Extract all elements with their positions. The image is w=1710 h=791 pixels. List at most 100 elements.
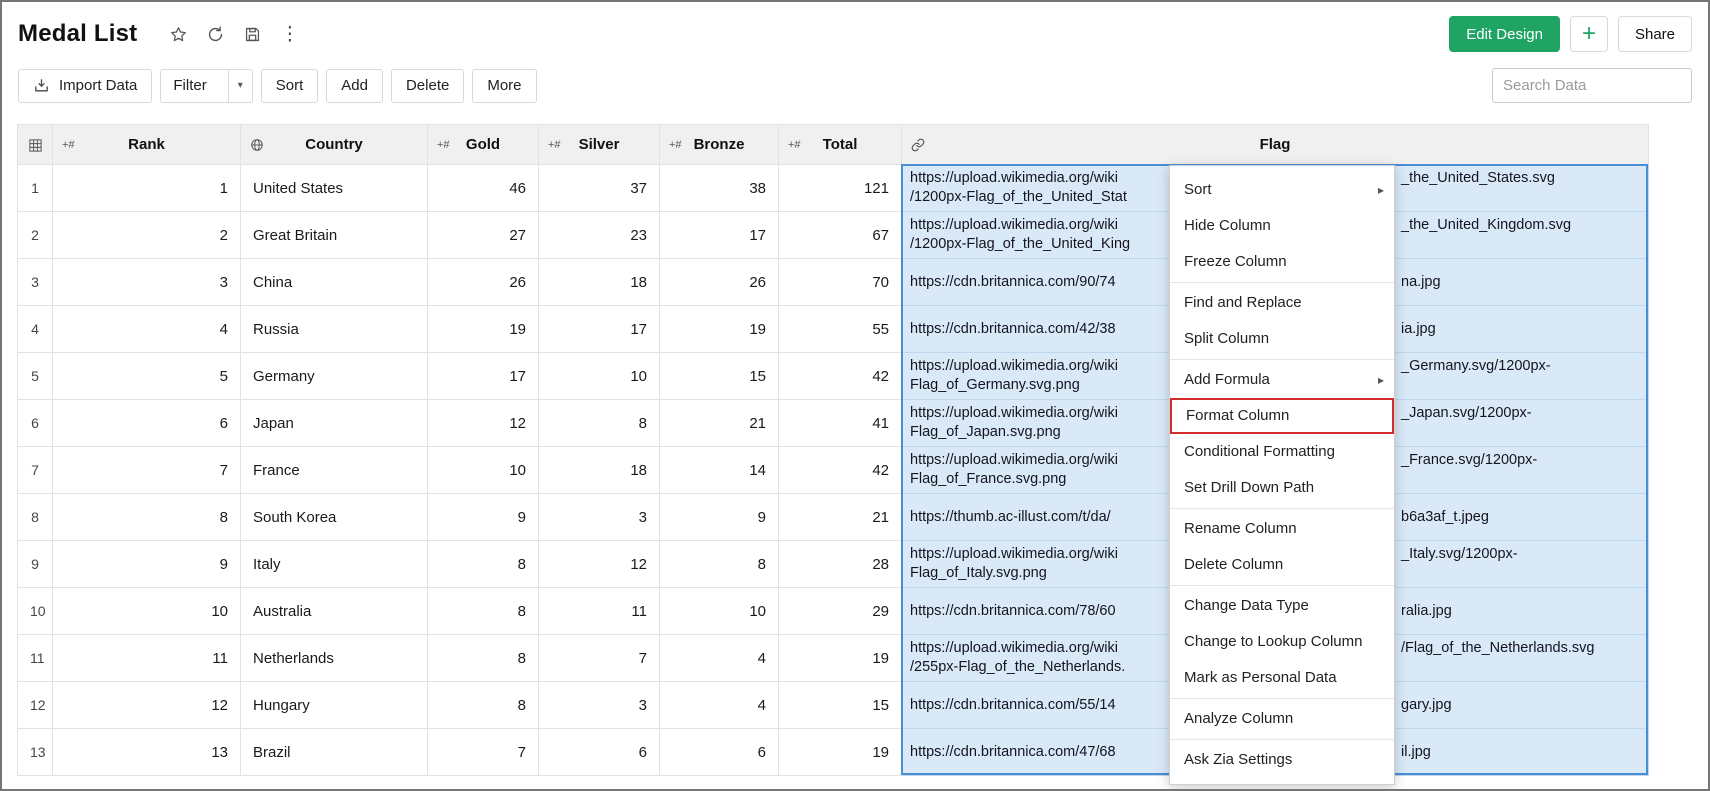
filter-button[interactable]: Filter [161, 70, 218, 102]
cell-bronze[interactable]: 14 [660, 447, 779, 494]
refresh-icon[interactable] [206, 25, 225, 44]
column-header-silver[interactable]: +# Silver [539, 125, 660, 165]
cell-gold[interactable]: 19 [428, 306, 539, 353]
cell-silver[interactable]: 6 [539, 729, 660, 776]
cell-gold[interactable]: 12 [428, 400, 539, 447]
cell-rank[interactable]: 10 [53, 588, 241, 635]
cell-rank[interactable]: 12 [53, 682, 241, 729]
cell-gold[interactable]: 46 [428, 165, 539, 212]
column-header-gold[interactable]: +# Gold [428, 125, 539, 165]
cell-bronze[interactable]: 38 [660, 165, 779, 212]
cell-silver[interactable]: 11 [539, 588, 660, 635]
cell-bronze[interactable]: 17 [660, 212, 779, 259]
add-new-button[interactable]: + [1570, 16, 1608, 52]
cell-bronze[interactable]: 10 [660, 588, 779, 635]
row-number[interactable]: 2 [18, 212, 53, 259]
cell-silver[interactable]: 8 [539, 400, 660, 447]
menu-item-change-data-type[interactable]: Change Data Type [1170, 588, 1394, 624]
column-header-country[interactable]: Country [241, 125, 428, 165]
select-all-corner-cell[interactable] [18, 125, 53, 165]
cell-country[interactable]: Japan [241, 400, 428, 447]
cell-rank[interactable]: 3 [53, 259, 241, 306]
cell-rank[interactable]: 13 [53, 729, 241, 776]
cell-country[interactable]: Brazil [241, 729, 428, 776]
cell-silver[interactable]: 3 [539, 682, 660, 729]
cell-total[interactable]: 55 [779, 306, 902, 353]
cell-bronze[interactable]: 8 [660, 541, 779, 588]
cell-gold[interactable]: 7 [428, 729, 539, 776]
cell-total[interactable]: 21 [779, 494, 902, 541]
menu-item-hide-column[interactable]: Hide Column [1170, 208, 1394, 244]
cell-country[interactable]: France [241, 447, 428, 494]
cell-bronze[interactable]: 21 [660, 400, 779, 447]
cell-total[interactable]: 121 [779, 165, 902, 212]
row-number[interactable]: 10 [18, 588, 53, 635]
cell-rank[interactable]: 11 [53, 635, 241, 682]
column-header-flag[interactable]: Flag [902, 125, 1649, 165]
cell-rank[interactable]: 1 [53, 165, 241, 212]
cell-rank[interactable]: 6 [53, 400, 241, 447]
delete-button[interactable]: Delete [391, 69, 464, 103]
cell-silver[interactable]: 17 [539, 306, 660, 353]
row-number[interactable]: 11 [18, 635, 53, 682]
cell-total[interactable]: 19 [779, 635, 902, 682]
cell-country[interactable]: Germany [241, 353, 428, 400]
favorite-star-icon[interactable] [169, 25, 188, 44]
cell-bronze[interactable]: 6 [660, 729, 779, 776]
cell-gold[interactable]: 8 [428, 682, 539, 729]
cell-rank[interactable]: 5 [53, 353, 241, 400]
cell-rank[interactable]: 9 [53, 541, 241, 588]
column-header-bronze[interactable]: +# Bronze [660, 125, 779, 165]
cell-rank[interactable]: 8 [53, 494, 241, 541]
cell-total[interactable]: 67 [779, 212, 902, 259]
menu-item-analyze-column[interactable]: Analyze Column [1170, 701, 1394, 737]
cell-rank[interactable]: 2 [53, 212, 241, 259]
cell-gold[interactable]: 9 [428, 494, 539, 541]
cell-country[interactable]: South Korea [241, 494, 428, 541]
cell-total[interactable]: 28 [779, 541, 902, 588]
cell-bronze[interactable]: 15 [660, 353, 779, 400]
more-button[interactable]: More [472, 69, 536, 103]
menu-item-find-and-replace[interactable]: Find and Replace [1170, 285, 1394, 321]
row-number[interactable]: 12 [18, 682, 53, 729]
cell-silver[interactable]: 18 [539, 259, 660, 306]
menu-item-add-formula[interactable]: Add Formula▸ [1170, 362, 1394, 398]
cell-total[interactable]: 19 [779, 729, 902, 776]
cell-country[interactable]: Great Britain [241, 212, 428, 259]
row-number[interactable]: 5 [18, 353, 53, 400]
cell-gold[interactable]: 10 [428, 447, 539, 494]
row-number[interactable]: 1 [18, 165, 53, 212]
row-number[interactable]: 8 [18, 494, 53, 541]
cell-silver[interactable]: 18 [539, 447, 660, 494]
cell-total[interactable]: 42 [779, 353, 902, 400]
cell-country[interactable]: China [241, 259, 428, 306]
cell-silver[interactable]: 3 [539, 494, 660, 541]
menu-item-delete-column[interactable]: Delete Column [1170, 547, 1394, 583]
menu-item-change-to-lookup-column[interactable]: Change to Lookup Column [1170, 624, 1394, 660]
cell-total[interactable]: 15 [779, 682, 902, 729]
cell-total[interactable]: 70 [779, 259, 902, 306]
cell-silver[interactable]: 10 [539, 353, 660, 400]
menu-item-ask-zia-settings[interactable]: Ask Zia Settings [1170, 742, 1394, 778]
cell-total[interactable]: 29 [779, 588, 902, 635]
menu-item-sort[interactable]: Sort▸ [1170, 172, 1394, 208]
cell-silver[interactable]: 12 [539, 541, 660, 588]
row-number[interactable]: 3 [18, 259, 53, 306]
cell-country[interactable]: Netherlands [241, 635, 428, 682]
cell-gold[interactable]: 8 [428, 541, 539, 588]
row-number[interactable]: 7 [18, 447, 53, 494]
row-number[interactable]: 9 [18, 541, 53, 588]
cell-rank[interactable]: 4 [53, 306, 241, 353]
cell-gold[interactable]: 27 [428, 212, 539, 259]
filter-dropdown-arrow-icon[interactable]: ▾ [228, 70, 252, 102]
cell-total[interactable]: 42 [779, 447, 902, 494]
menu-item-mark-as-personal-data[interactable]: Mark as Personal Data [1170, 660, 1394, 696]
cell-country[interactable]: Hungary [241, 682, 428, 729]
cell-country[interactable]: Russia [241, 306, 428, 353]
menu-item-rename-column[interactable]: Rename Column [1170, 511, 1394, 547]
cell-country[interactable]: Australia [241, 588, 428, 635]
save-icon[interactable] [243, 25, 262, 44]
more-options-kebab-icon[interactable]: ⋮ [280, 25, 299, 44]
edit-design-button[interactable]: Edit Design [1449, 16, 1560, 52]
cell-country[interactable]: United States [241, 165, 428, 212]
